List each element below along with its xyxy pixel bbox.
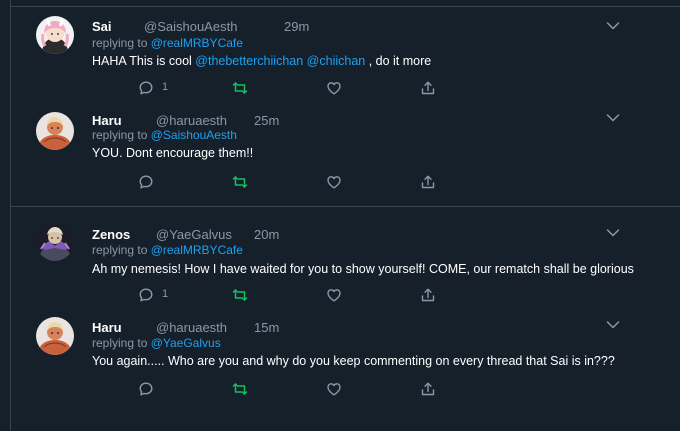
timestamp[interactable]: 25m xyxy=(254,113,279,128)
replying-to-link[interactable]: @YaeGalvus xyxy=(151,336,221,350)
replying-to-label: replying to xyxy=(92,336,151,350)
chevron-down-icon[interactable] xyxy=(606,18,620,28)
author-name[interactable]: Haru xyxy=(92,113,122,128)
tweet[interactable]: Zenos @YaeGalvus 20m replying to @realMR… xyxy=(0,213,670,313)
author-handle[interactable]: @YaeGalvus xyxy=(156,227,232,242)
mention-link[interactable]: @thebetterchiichan xyxy=(195,54,303,68)
tweet[interactable]: Haru @haruaesth 15m replying to @YaeGalv… xyxy=(0,309,670,409)
share-icon[interactable] xyxy=(420,80,436,96)
tweet-text-segment: HAHA This is cool xyxy=(92,54,196,68)
share-icon[interactable] xyxy=(420,174,436,190)
reply-icon[interactable] xyxy=(138,174,154,190)
share-icon[interactable] xyxy=(420,381,436,397)
author-handle[interactable]: @haruaesth xyxy=(156,320,227,335)
tweet-text: YOU. Dont encourage them!! xyxy=(92,146,254,160)
reply-icon[interactable] xyxy=(138,287,154,303)
timestamp[interactable]: 15m xyxy=(254,320,279,335)
retweet-icon[interactable] xyxy=(232,174,248,190)
replying-to-link[interactable]: @realMRBYCafe xyxy=(151,243,243,257)
timestamp[interactable]: 29m xyxy=(284,19,309,34)
tweet-text: You again..... Who are you and why do yo… xyxy=(92,354,615,368)
heart-icon[interactable] xyxy=(326,174,342,190)
replying-to-link[interactable]: @realMRBYCafe xyxy=(151,36,243,50)
heart-icon[interactable] xyxy=(326,381,342,397)
avatar[interactable] xyxy=(36,16,74,54)
retweet-icon[interactable] xyxy=(232,381,248,397)
author-handle[interactable]: @SaishouAesth xyxy=(144,19,237,34)
tweet-text: HAHA This is cool @thebetterchiichan @ch… xyxy=(92,54,431,68)
thread-divider xyxy=(10,6,680,7)
thread-divider xyxy=(10,206,680,207)
retweet-icon[interactable] xyxy=(232,287,248,303)
tweet-text: Ah my nemesis! How I have waited for you… xyxy=(92,262,634,276)
author-handle[interactable]: @haruaesth xyxy=(156,113,227,128)
retweet-icon[interactable] xyxy=(232,80,248,96)
chevron-down-icon[interactable] xyxy=(606,110,620,120)
reply-count: 1 xyxy=(162,288,169,300)
heart-icon[interactable] xyxy=(326,80,342,96)
avatar-image xyxy=(36,317,74,355)
author-name[interactable]: Sai xyxy=(92,19,112,34)
replying-to-link[interactable]: @SaishouAesth xyxy=(151,128,237,142)
author-name[interactable]: Haru xyxy=(92,320,122,335)
tweet[interactable]: Sai @SaishouAesth 29m replying to @realM… xyxy=(0,8,670,108)
reply-count: 1 xyxy=(162,81,169,93)
avatar-image xyxy=(36,16,74,54)
reply-icon[interactable] xyxy=(138,80,154,96)
avatar[interactable] xyxy=(36,223,74,261)
avatar[interactable] xyxy=(36,317,74,355)
tweet[interactable]: Haru @haruaesth 25m replying to @Saishou… xyxy=(0,104,670,204)
tweet-text-segment: , do it more xyxy=(365,54,432,68)
timestamp[interactable]: 20m xyxy=(254,227,279,242)
heart-icon[interactable] xyxy=(326,287,342,303)
avatar-image xyxy=(36,223,74,261)
avatar-image xyxy=(36,112,74,150)
share-icon[interactable] xyxy=(420,287,436,303)
reply-icon[interactable] xyxy=(138,381,154,397)
replying-to-label: replying to xyxy=(92,36,151,50)
avatar[interactable] xyxy=(36,112,74,150)
mention-link[interactable]: @chiichan xyxy=(307,54,366,68)
replying-to-label: replying to xyxy=(92,128,151,142)
chevron-down-icon[interactable] xyxy=(606,225,620,235)
author-name[interactable]: Zenos xyxy=(92,227,130,242)
replying-to-label: replying to xyxy=(92,243,151,257)
chevron-down-icon[interactable] xyxy=(606,317,620,327)
